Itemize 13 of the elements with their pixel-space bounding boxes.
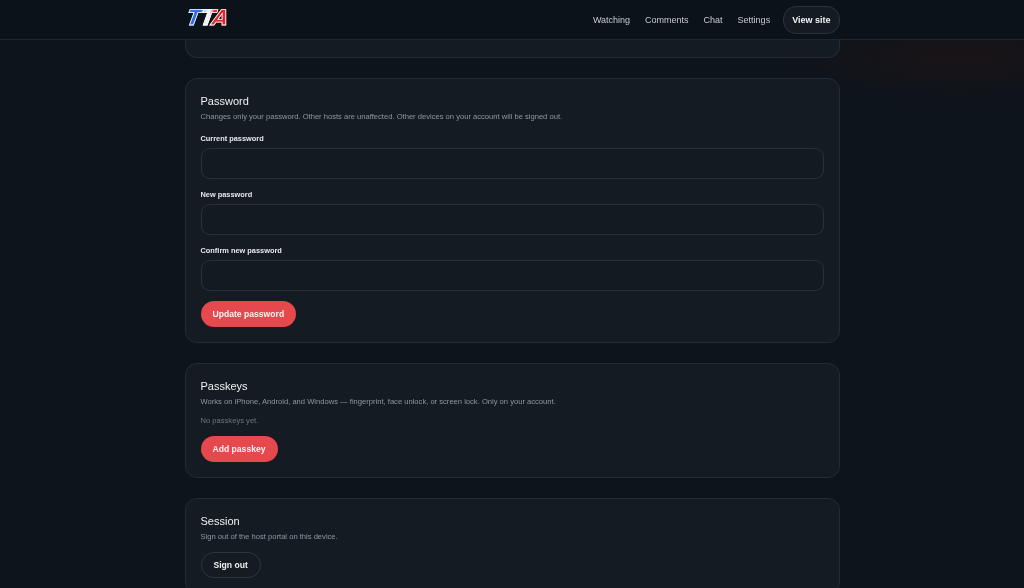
password-field[interactable] [200, 148, 824, 179]
nav-link[interactable]: Settings [737, 14, 771, 25]
nav-link[interactable]: Comments [645, 14, 689, 25]
card-title: Passkeys [200, 379, 248, 393]
card-title: Password [200, 94, 249, 108]
card-title: Session [200, 514, 240, 528]
nav-link[interactable]: Watching [592, 14, 631, 25]
primary-button[interactable]: Add passkey [200, 436, 278, 462]
nav-link[interactable]: Chat [703, 14, 723, 25]
primary-button[interactable]: Update password [200, 301, 297, 327]
password-field[interactable] [200, 204, 824, 235]
view-site-button[interactable]: View site [783, 5, 840, 34]
password-field[interactable] [200, 260, 824, 291]
